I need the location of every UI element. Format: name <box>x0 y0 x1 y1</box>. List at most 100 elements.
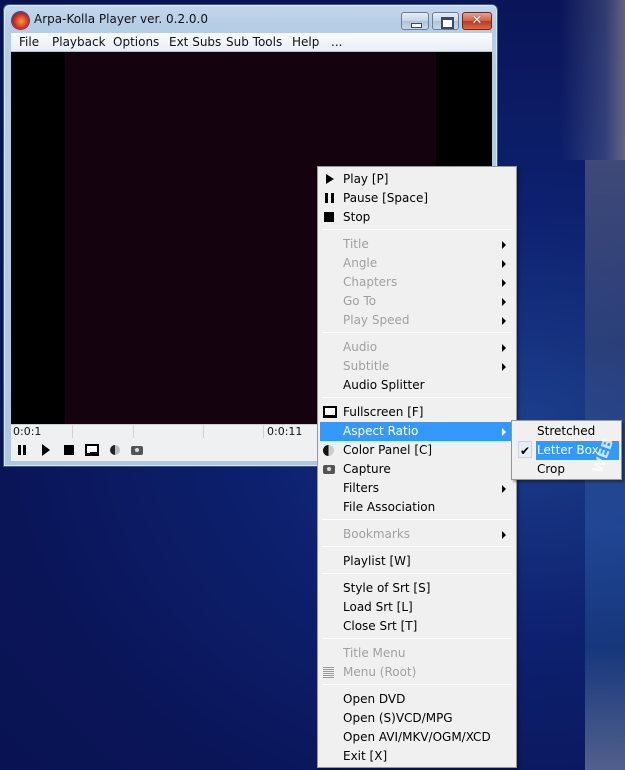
minimize-button[interactable] <box>401 12 429 30</box>
menu-item-color-panel-c[interactable]: Color Panel [C] <box>320 441 514 460</box>
menu-item-label: Close Srt [T] <box>343 619 418 633</box>
menu-item-open-dvd[interactable]: Open DVD <box>320 690 514 709</box>
menu-options[interactable]: Options <box>113 35 159 49</box>
submenu-arrow-icon <box>502 485 506 493</box>
window-title: Arpa-Kolla Player ver. 0.2.0.0 <box>34 12 208 26</box>
app-logo-icon <box>12 12 29 29</box>
menu-item-label: Bookmarks <box>343 527 411 541</box>
menu-help[interactable]: Help <box>292 35 319 49</box>
submenu-arrow-icon <box>502 344 506 352</box>
capture-icon[interactable] <box>130 442 146 457</box>
menu-item-title: Title <box>320 235 514 254</box>
menu-item-label: Title Menu <box>343 646 406 660</box>
menu-item-label: Exit [X] <box>343 749 388 763</box>
submenu-arrow-icon <box>502 279 506 287</box>
menu-item-style-of-srt-s[interactable]: Style of Srt [S] <box>320 579 514 598</box>
menu-item-open-avi-mkv-ogm-xcd[interactable]: Open AVI/MKV/OGM/XCD <box>320 728 514 747</box>
screen-icon <box>323 405 337 419</box>
menu-item-play-speed: Play Speed <box>320 311 514 330</box>
stop-icon <box>323 210 337 224</box>
submenu-item-label: Crop <box>537 462 566 476</box>
menu-item-label: Audio Splitter <box>343 378 425 392</box>
submenu-arrow-icon <box>502 531 506 539</box>
menu-item-filters[interactable]: Filters <box>320 479 514 498</box>
menu-playback[interactable]: Playback <box>52 35 106 49</box>
menu-item-play-p[interactable]: Play [P] <box>320 170 514 189</box>
menu-item-label: Open DVD <box>343 692 406 706</box>
menu-item-playlist-w[interactable]: Playlist [W] <box>320 552 514 571</box>
stop-icon[interactable] <box>61 442 77 457</box>
menu-more[interactable]: ... <box>331 35 342 49</box>
menu-item-label: Audio <box>343 340 378 354</box>
close-button[interactable]: ✕ <box>462 12 492 30</box>
menu-item-bookmarks: Bookmarks <box>320 525 514 544</box>
menu-item-label: Subtitle <box>343 359 390 373</box>
pause-icon <box>323 191 337 205</box>
menu-item-label: Go To <box>343 294 377 308</box>
submenu-arrow-icon <box>502 241 506 249</box>
menu-separator <box>322 546 512 547</box>
color-panel-icon[interactable] <box>108 442 124 457</box>
menu-separator <box>322 638 512 639</box>
play-icon <box>323 172 337 186</box>
menu-bar: File Playback Options Ext Subs Sub Tools… <box>11 33 492 52</box>
total-time: 0:0:11 <box>267 425 303 438</box>
menu-item-label: File Association <box>343 500 436 514</box>
title-bar[interactable]: Arpa-Kolla Player ver. 0.2.0.0 ✕ <box>4 5 497 33</box>
submenu-arrow-icon <box>502 298 506 306</box>
fullscreen-icon[interactable] <box>84 442 100 457</box>
maximize-button[interactable] <box>432 12 459 30</box>
menu-item-exit-x[interactable]: Exit [X] <box>320 747 514 766</box>
menu-item-aspect-ratio[interactable]: Aspect Ratio <box>320 422 514 441</box>
menu-sub-tools[interactable]: Sub Tools <box>226 35 282 49</box>
menu-item-close-srt-t[interactable]: Close Srt [T] <box>320 617 514 636</box>
submenu-item-label: Stretched <box>537 424 596 438</box>
play-icon[interactable] <box>38 442 54 457</box>
menu-item-audio: Audio <box>320 338 514 357</box>
menu-separator <box>322 573 512 574</box>
elapsed-time: 0:0:1 <box>13 425 42 438</box>
menu-item-audio-splitter[interactable]: Audio Splitter <box>320 376 514 395</box>
menu-item-file-association[interactable]: File Association <box>320 498 514 517</box>
menu-item-label: Load Srt [L] <box>343 600 413 614</box>
context-menu: Play [P] Pause [Space] Stop Title Angle Chapt… <box>317 166 517 768</box>
camera-icon <box>323 462 337 476</box>
menu-item-subtitle: Subtitle <box>320 357 514 376</box>
menu-item-label: Capture <box>343 462 391 476</box>
menu-item-label: Open (S)VCD/MPG <box>343 711 453 725</box>
menu-item-label: Color Panel [C] <box>343 443 433 457</box>
menu-item-label: Menu (Root) <box>343 665 417 679</box>
menu-item-label: Chapters <box>343 275 398 289</box>
menu-item-label: Play Speed <box>343 313 410 327</box>
menu-item-stop[interactable]: Stop <box>320 208 514 227</box>
submenu-arrow-icon <box>502 260 506 268</box>
pause-icon[interactable] <box>15 442 31 457</box>
menu-ext-subs[interactable]: Ext Subs <box>169 35 221 49</box>
menu-separator <box>322 332 512 333</box>
menu-separator <box>322 684 512 685</box>
menu-item-angle: Angle <box>320 254 514 273</box>
desktop-wallpaper-art <box>560 0 625 160</box>
menu-item-label: Angle <box>343 256 378 270</box>
submenu-arrow-icon <box>502 428 506 436</box>
checkmark-icon: ✔ <box>518 441 532 458</box>
menu-item-label: Aspect Ratio <box>343 424 419 438</box>
list-icon <box>323 665 337 679</box>
menu-file[interactable]: File <box>19 35 39 49</box>
menu-item-fullscreen-f[interactable]: Fullscreen [F] <box>320 403 514 422</box>
color-icon <box>323 443 337 457</box>
menu-item-label: Open AVI/MKV/OGM/XCD <box>343 730 491 744</box>
menu-item-capture[interactable]: Capture <box>320 460 514 479</box>
menu-item-pause-space[interactable]: Pause [Space] <box>320 189 514 208</box>
menu-item-open-s-vcd-mpg[interactable]: Open (S)VCD/MPG <box>320 709 514 728</box>
menu-item-label: Playlist [W] <box>343 554 411 568</box>
menu-item-menu-root: Menu (Root) <box>320 663 514 682</box>
menu-item-label: Title <box>343 237 369 251</box>
submenu-arrow-icon <box>502 317 506 325</box>
menu-separator <box>322 397 512 398</box>
menu-item-label: Fullscreen [F] <box>343 405 424 419</box>
menu-separator <box>322 229 512 230</box>
menu-item-label: Play [P] <box>343 172 389 186</box>
menu-item-load-srt-l[interactable]: Load Srt [L] <box>320 598 514 617</box>
menu-item-chapters: Chapters <box>320 273 514 292</box>
